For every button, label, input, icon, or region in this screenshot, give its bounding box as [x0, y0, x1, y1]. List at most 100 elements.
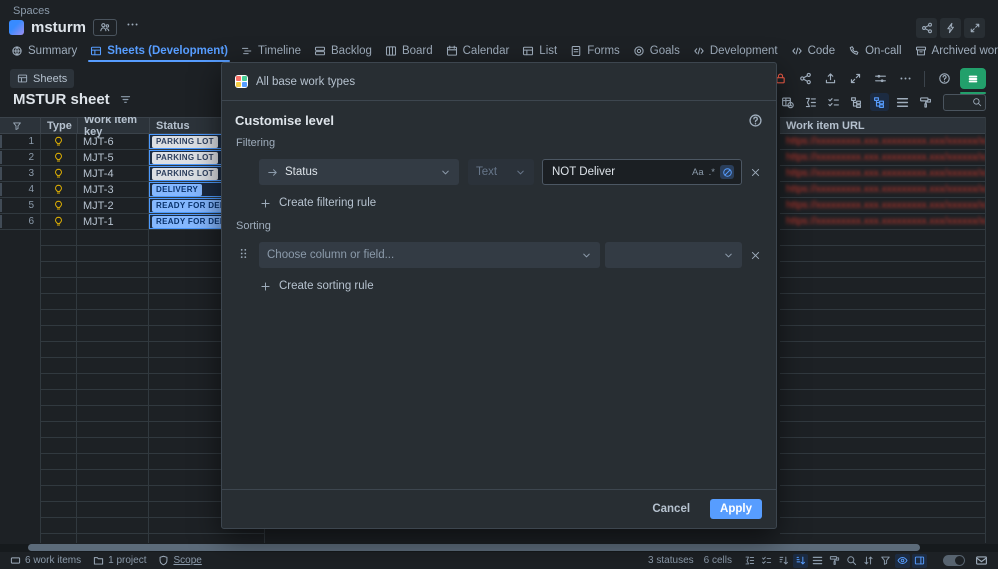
header-url[interactable]: Work item URL: [780, 118, 985, 133]
work-item-url-cell[interactable]: https://xxxxxxxxx.xxx.xxxxxxxxx.xxx/xxxx…: [780, 134, 985, 150]
empty-key-cell[interactable]: [77, 278, 149, 294]
empty-key-cell[interactable]: [77, 502, 149, 518]
empty-type-cell[interactable]: [40, 294, 77, 310]
table-search-input[interactable]: [948, 96, 972, 109]
row-lines-statusbar-button[interactable]: [810, 554, 825, 568]
empty-url-cell[interactable]: [780, 358, 985, 374]
empty-url-cell[interactable]: [780, 326, 985, 342]
row-number[interactable]: 3: [0, 166, 41, 182]
checklist-statusbar-button[interactable]: [759, 554, 774, 568]
type-cell[interactable]: [40, 150, 77, 166]
apply-button[interactable]: Apply: [710, 499, 762, 519]
empty-type-cell[interactable]: [40, 310, 77, 326]
filter-field-dropdown[interactable]: Status: [259, 159, 459, 185]
work-item-url-cell[interactable]: https://xxxxxxxxx.xxx.xxxxxxxxx.xxx/xxxx…: [780, 150, 985, 166]
row-number[interactable]: 6: [0, 214, 41, 230]
empty-type-cell[interactable]: [40, 246, 77, 262]
empty-type-cell[interactable]: [40, 470, 77, 486]
horizontal-scrollbar-thumb[interactable]: [28, 544, 920, 551]
empty-key-cell[interactable]: [77, 374, 149, 390]
empty-type-cell[interactable]: [40, 358, 77, 374]
empty-type-cell[interactable]: [40, 278, 77, 294]
type-cell[interactable]: [40, 198, 77, 214]
checklist-button[interactable]: [824, 93, 843, 111]
type-cell[interactable]: [40, 214, 77, 230]
tab-development[interactable]: Development: [687, 42, 784, 60]
empty-key-cell[interactable]: [77, 486, 149, 502]
sort-field-dropdown[interactable]: Choose column or field...: [259, 242, 600, 268]
empty-url-cell[interactable]: [780, 230, 985, 246]
work-item-url-link[interactable]: https://xxxxxxxxx.xxx.xxxxxxxxx.xxx/xxxx…: [786, 136, 985, 147]
work-item-url-cell[interactable]: https://xxxxxxxxx.xxx.xxxxxxxxx.xxx/xxxx…: [780, 166, 985, 182]
sliders-button[interactable]: [871, 70, 889, 88]
mail-check-icon[interactable]: [975, 554, 988, 567]
tab-board[interactable]: Board: [379, 42, 439, 60]
empty-url-cell[interactable]: [780, 486, 985, 502]
empty-key-cell[interactable]: [77, 406, 149, 422]
empty-url-cell[interactable]: [780, 342, 985, 358]
search-statusbar-button[interactable]: [844, 554, 859, 568]
drag-handle-icon[interactable]: [237, 247, 250, 265]
type-cell[interactable]: [40, 134, 77, 150]
sum-list-button[interactable]: [801, 93, 820, 111]
empty-type-cell[interactable]: [40, 422, 77, 438]
work-item-key-cell[interactable]: MJT-1: [77, 214, 149, 230]
project-more-button[interactable]: [124, 18, 141, 36]
work-item-url-cell[interactable]: https://xxxxxxxxx.xxx.xxxxxxxxx.xxx/xxxx…: [780, 198, 985, 214]
regex-icon[interactable]: .*: [709, 167, 715, 178]
empty-url-cell[interactable]: [780, 406, 985, 422]
tab-goals[interactable]: Goals: [627, 42, 686, 60]
sum-list-statusbar-button[interactable]: [742, 554, 757, 568]
empty-key-cell[interactable]: [77, 454, 149, 470]
type-cell[interactable]: [40, 182, 77, 198]
upload-button[interactable]: [821, 70, 839, 88]
work-item-key-cell[interactable]: MJT-3: [77, 182, 149, 198]
paint-roller-statusbar-button[interactable]: [827, 554, 842, 568]
work-type-scope-selector[interactable]: All base work types: [222, 63, 776, 101]
sort-alpha-statusbar-button[interactable]: [793, 554, 808, 568]
eye-statusbar-button[interactable]: [895, 554, 910, 568]
row-number[interactable]: 4: [0, 182, 41, 198]
split-view-statusbar-button[interactable]: [912, 554, 927, 568]
expand-button[interactable]: [964, 18, 985, 38]
empty-type-cell[interactable]: [40, 390, 77, 406]
sheets-view-button[interactable]: [960, 68, 986, 89]
work-item-url-link[interactable]: https://xxxxxxxxx.xxx.xxxxxxxxx.xxx/xxxx…: [786, 200, 985, 211]
empty-url-cell[interactable]: [780, 246, 985, 262]
work-item-url-cell[interactable]: https://xxxxxxxxx.xxx.xxxxxxxxx.xxx/xxxx…: [780, 214, 985, 230]
empty-key-cell[interactable]: [77, 390, 149, 406]
empty-url-cell[interactable]: [780, 294, 985, 310]
work-item-key-cell[interactable]: MJT-6: [77, 134, 149, 150]
empty-type-cell[interactable]: [40, 326, 77, 342]
empty-key-cell[interactable]: [77, 310, 149, 326]
filter-lines-icon[interactable]: [119, 93, 132, 106]
work-item-url-link[interactable]: https://xxxxxxxxx.xxx.xxxxxxxxx.xxx/xxxx…: [786, 184, 985, 195]
empty-type-cell[interactable]: [40, 454, 77, 470]
sort-direction-dropdown[interactable]: [605, 242, 742, 268]
tab-forms[interactable]: Forms: [564, 42, 626, 60]
empty-type-cell[interactable]: [40, 230, 77, 246]
empty-url-cell[interactable]: [780, 454, 985, 470]
row-number[interactable]: 2: [0, 150, 41, 166]
empty-key-cell[interactable]: [77, 534, 149, 543]
empty-key-cell[interactable]: [77, 518, 149, 534]
tab-list[interactable]: List: [516, 42, 563, 60]
empty-key-cell[interactable]: [77, 294, 149, 310]
help-icon[interactable]: [748, 113, 763, 128]
tree-button[interactable]: [847, 93, 866, 111]
tab-code[interactable]: Code: [785, 42, 842, 60]
empty-key-cell[interactable]: [77, 470, 149, 486]
empty-type-cell[interactable]: [40, 502, 77, 518]
remove-sort-rule-button[interactable]: [746, 246, 764, 264]
tree-button[interactable]: [870, 93, 889, 111]
empty-type-cell[interactable]: [40, 374, 77, 390]
empty-key-cell[interactable]: [77, 326, 149, 342]
table-search-box[interactable]: [943, 94, 986, 111]
row-number[interactable]: 1: [0, 134, 41, 150]
type-cell[interactable]: [40, 166, 77, 182]
share-button[interactable]: [796, 70, 814, 88]
tab-backlog[interactable]: Backlog: [308, 42, 378, 60]
empty-url-cell[interactable]: [780, 470, 985, 486]
expand-button[interactable]: [846, 70, 864, 88]
empty-url-cell[interactable]: [780, 278, 985, 294]
